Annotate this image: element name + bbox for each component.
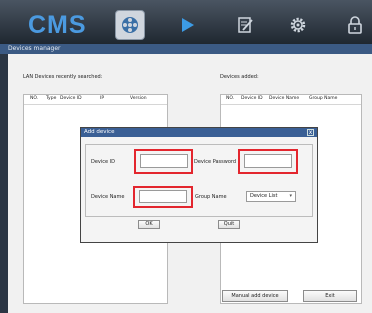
device-password-input[interactable] <box>244 154 292 168</box>
device-name-input[interactable] <box>139 190 187 203</box>
column-header-device-name[interactable]: Device Name <box>269 96 299 101</box>
lan-devices-label: LAN Devices recently searched: <box>23 74 103 80</box>
added-table-header: NO. Device ID Device Name Group Name <box>221 95 361 105</box>
playback-button[interactable] <box>172 10 202 40</box>
window-title: Devices manager <box>8 45 61 52</box>
lock-button[interactable] <box>340 10 370 40</box>
edit-button[interactable] <box>230 10 260 40</box>
group-name-label: Group Name <box>195 194 227 200</box>
chevron-down-icon: ▾ <box>289 193 292 199</box>
app-logo: CMS <box>28 11 87 39</box>
settings-button[interactable] <box>283 10 313 40</box>
ok-button[interactable]: OK <box>138 220 160 229</box>
close-icon[interactable]: x <box>307 129 314 136</box>
exit-button[interactable]: Exit <box>303 290 357 302</box>
column-header-type[interactable]: Type <box>46 96 56 101</box>
left-panel-edge <box>0 54 8 313</box>
devices-added-label: Devices added: <box>220 74 259 80</box>
column-header-device-id[interactable]: Device ID <box>60 96 82 101</box>
column-header-no[interactable]: NO. <box>30 96 38 101</box>
group-name-select[interactable]: Device List ▾ <box>246 191 296 202</box>
column-header-group-name[interactable]: Group Name <box>309 96 337 101</box>
edit-icon <box>238 17 253 33</box>
group-selected-value: Device List <box>250 193 278 199</box>
window-title-bar: Devices manager <box>0 44 372 54</box>
top-toolbar: CMS <box>0 0 372 44</box>
device-manager-button[interactable] <box>115 10 145 40</box>
device-password-label: Device Password <box>194 159 237 165</box>
device-fields-group: Device ID Device Password Device Name Gr… <box>85 144 313 217</box>
column-header-no[interactable]: NO. <box>226 96 234 101</box>
lan-table-header: NO. Type Device ID IP Version <box>24 95 167 105</box>
device-id-input[interactable] <box>140 154 188 168</box>
device-name-label: Device Name <box>91 194 125 200</box>
gear-icon <box>290 17 306 33</box>
video-reel-icon <box>122 17 138 33</box>
quit-button[interactable]: Quit <box>218 220 240 229</box>
column-header-ip[interactable]: IP <box>100 96 104 101</box>
column-header-device-id[interactable]: Device ID <box>241 96 263 101</box>
device-id-label: Device ID <box>91 159 116 165</box>
dialog-title: Add device <box>84 129 115 135</box>
manual-add-device-button[interactable]: Manual add device <box>222 290 288 302</box>
dialog-title-bar: Add device x <box>81 128 317 137</box>
add-device-dialog: Add device x Device ID Device Password D… <box>80 127 318 243</box>
column-header-version[interactable]: Version <box>130 96 147 101</box>
play-icon <box>182 18 194 32</box>
lock-icon <box>348 16 362 34</box>
